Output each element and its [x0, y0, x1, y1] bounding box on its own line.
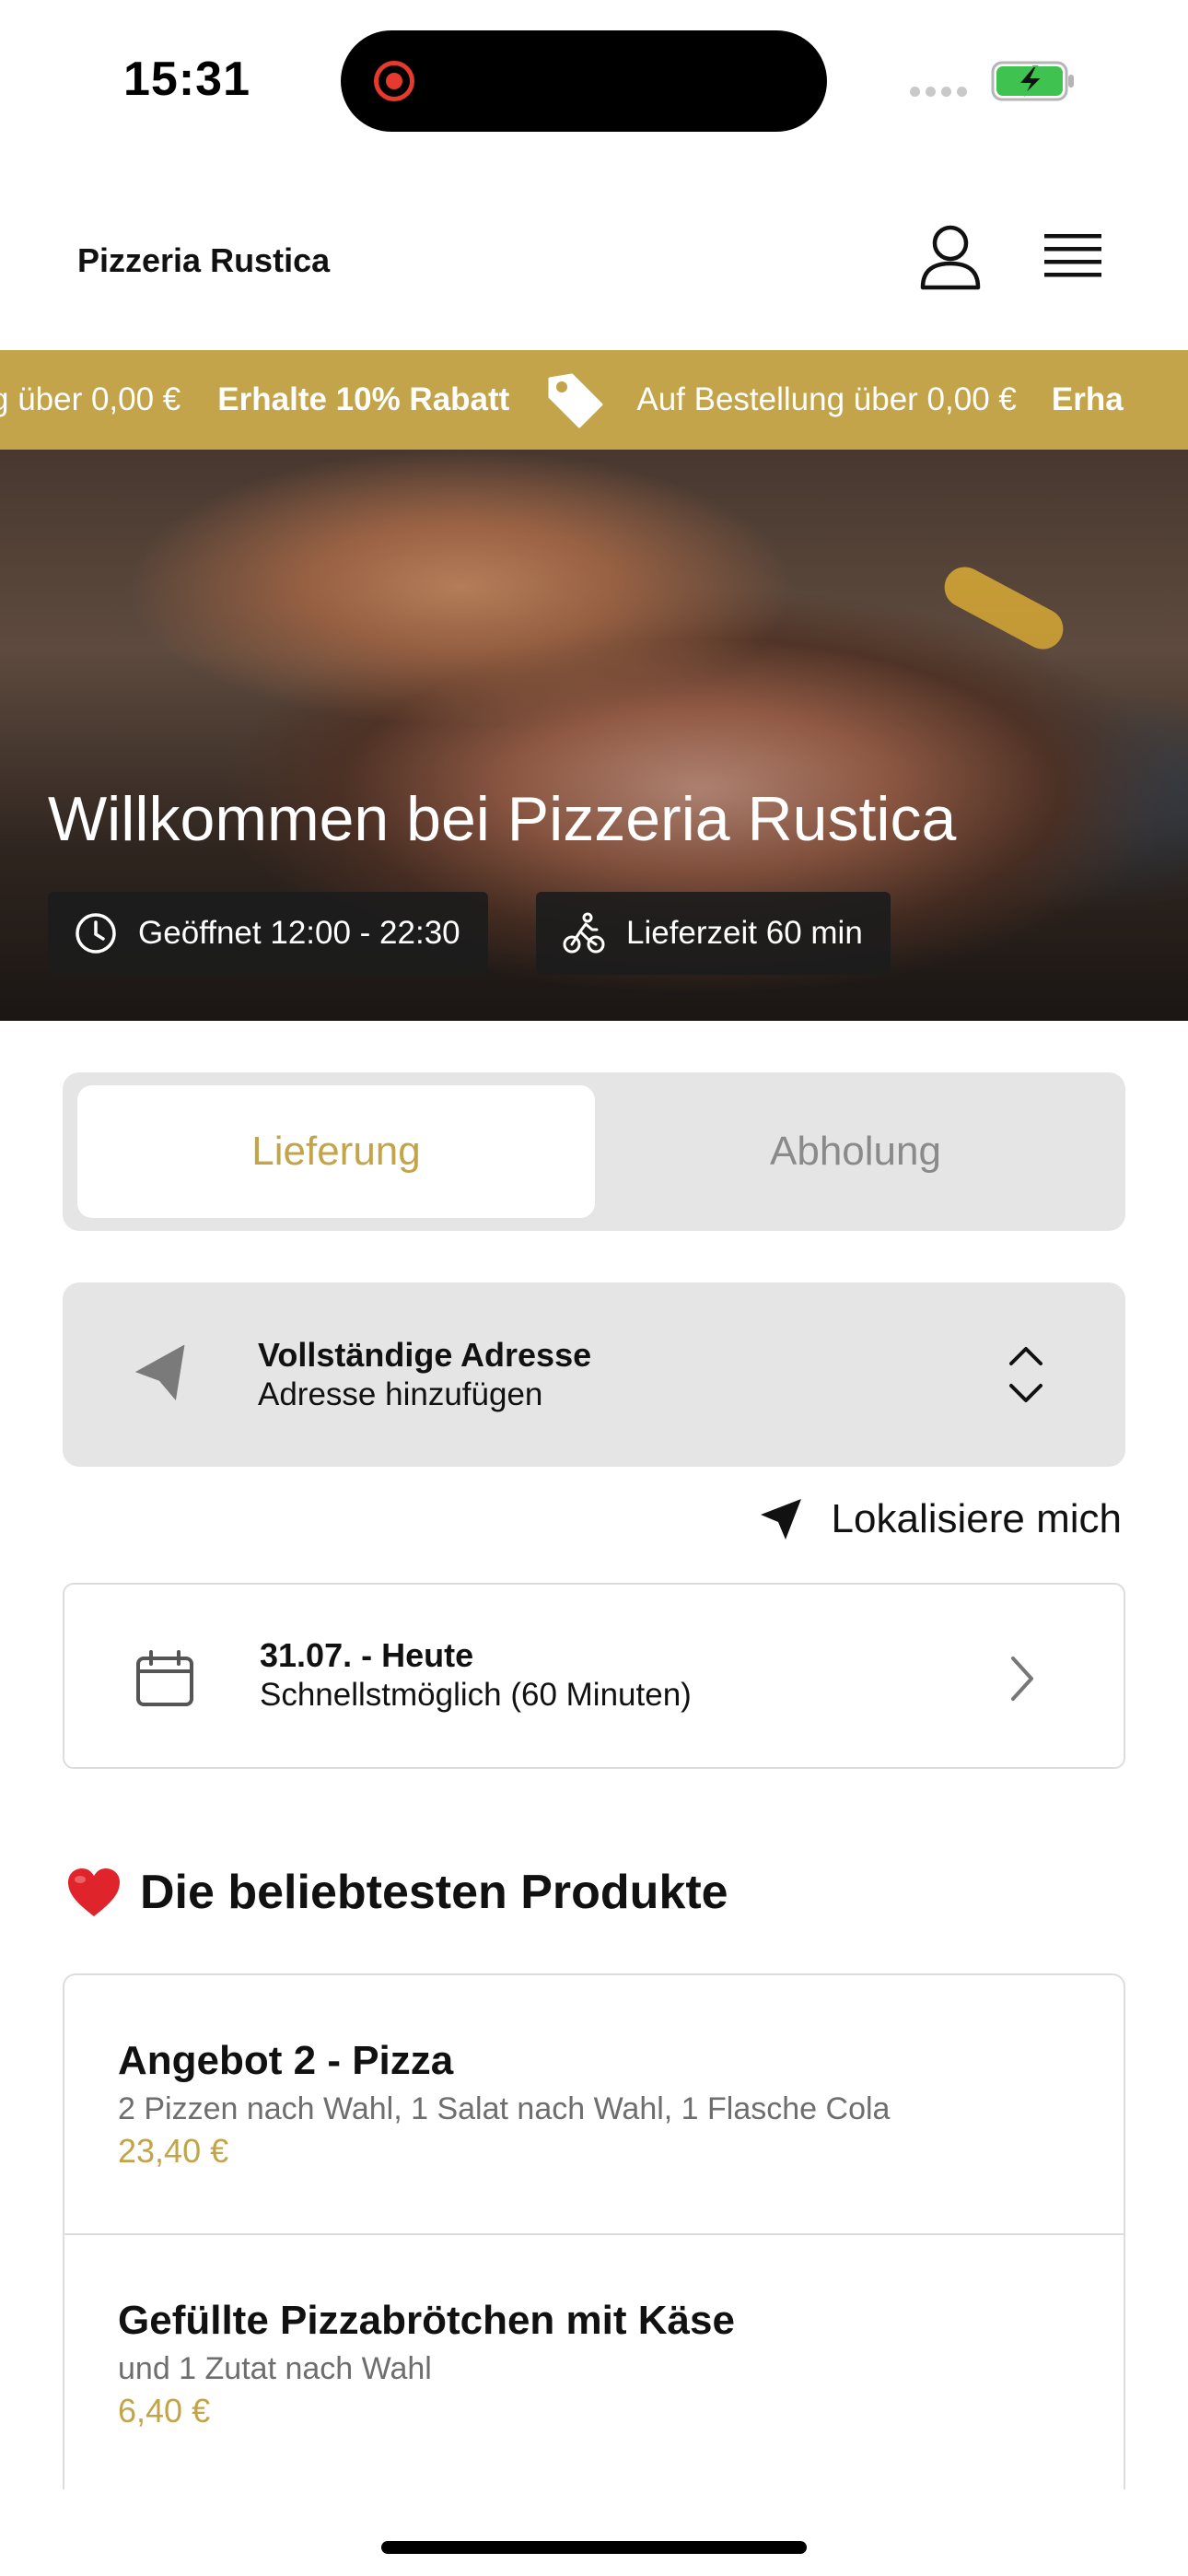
delivery-date: 31.07. - Heute: [260, 1636, 474, 1674]
promo-ticker: g über 0,00 € Erhalte 10% Rabatt Auf Bes…: [0, 350, 1188, 450]
product-description: 2 Pizzen nach Wahl, 1 Salat nach Wahl, 1…: [118, 2091, 891, 2126]
chevron-right-icon: [1011, 1657, 1033, 1701]
recording-indicator-icon: [374, 61, 414, 101]
heart-icon: [68, 1868, 120, 1916]
section-title-text: Die beliebtesten Produkte: [140, 1866, 728, 1919]
signal-icon: [910, 87, 967, 97]
opening-hours-text: Geöffnet 12:00 - 22:30: [138, 915, 460, 951]
home-indicator[interactable]: [381, 2541, 807, 2554]
battery-charging-icon: [991, 61, 1074, 101]
address-label: Vollständige Adresse: [258, 1336, 592, 1374]
address-placeholder: Adresse hinzufügen: [258, 1376, 543, 1412]
hamburger-menu-icon[interactable]: [1042, 230, 1103, 284]
product-price: 23,40 €: [118, 2132, 229, 2170]
screen: 15:31 Pizzeria Rustica g über 0,00 € Erh…: [0, 0, 1188, 2576]
delivery-time-badge: Lieferzeit 60 min: [536, 892, 891, 975]
ticker-text: Auf Bestellung über 0,00 €: [636, 381, 1017, 417]
order-mode-toggle: Lieferung Abholung: [63, 1072, 1125, 1231]
account-icon[interactable]: [917, 223, 984, 291]
delivery-time-option: Schnellstmöglich (60 Minuten): [260, 1677, 692, 1713]
ticker-discount: Erhalte 10% Rabatt: [217, 381, 510, 417]
clock-icon: [76, 913, 116, 954]
hero-title: Willkommen bei Pizzeria Rustica: [48, 784, 957, 854]
ticker-text: g über 0,00 €: [0, 381, 181, 417]
tab-delivery[interactable]: Lieferung: [77, 1085, 595, 1218]
chevron-up-down-icon: [1009, 1347, 1042, 1402]
product-name: Gefüllte Pizzabrötchen mit Käse: [118, 2298, 735, 2343]
price-tag-icon: [548, 373, 603, 428]
opening-hours-badge: Geöffnet 12:00 - 22:30: [48, 892, 488, 975]
delivery-time-text: Lieferzeit 60 min: [626, 915, 863, 951]
delivery-time-selector[interactable]: 31.07. - Heute Schnellstmöglich (60 Minu…: [63, 1583, 1125, 1769]
locate-me-button[interactable]: Lokalisiere mich: [758, 1496, 1122, 1542]
product-card[interactable]: Angebot 2 - Pizza 2 Pizzen nach Wahl, 1 …: [64, 1975, 1124, 2235]
section-title: Die beliebtesten Produkte: [66, 1865, 728, 1920]
product-price: 6,40 €: [118, 2392, 211, 2430]
product-card[interactable]: Gefüllte Pizzabrötchen mit Käse und 1 Zu…: [64, 2235, 1124, 2489]
tab-pickup[interactable]: Abholung: [597, 1085, 1114, 1218]
address-selector[interactable]: Vollständige Adresse Adresse hinzufügen: [63, 1282, 1125, 1467]
product-name: Angebot 2 - Pizza: [118, 2038, 454, 2083]
hero-banner: Willkommen bei Pizzeria Rustica Geöffnet…: [0, 450, 1188, 1021]
status-time: 15:31: [123, 53, 250, 106]
brand-name[interactable]: Pizzeria Rustica: [77, 241, 330, 280]
bicycle-courier-icon: [563, 912, 605, 954]
product-list: Angebot 2 - Pizza 2 Pizzen nach Wahl, 1 …: [63, 1973, 1125, 2489]
ticker-discount: Erha: [1051, 381, 1124, 417]
locate-me-label: Lokalisiere mich: [831, 1496, 1122, 1541]
location-arrow-icon: [134, 1345, 185, 1400]
product-description: und 1 Zutat nach Wahl: [118, 2351, 432, 2386]
dynamic-island: [341, 30, 827, 132]
navigation-arrow-icon: [760, 1499, 801, 1540]
calendar-icon: [136, 1650, 193, 1706]
